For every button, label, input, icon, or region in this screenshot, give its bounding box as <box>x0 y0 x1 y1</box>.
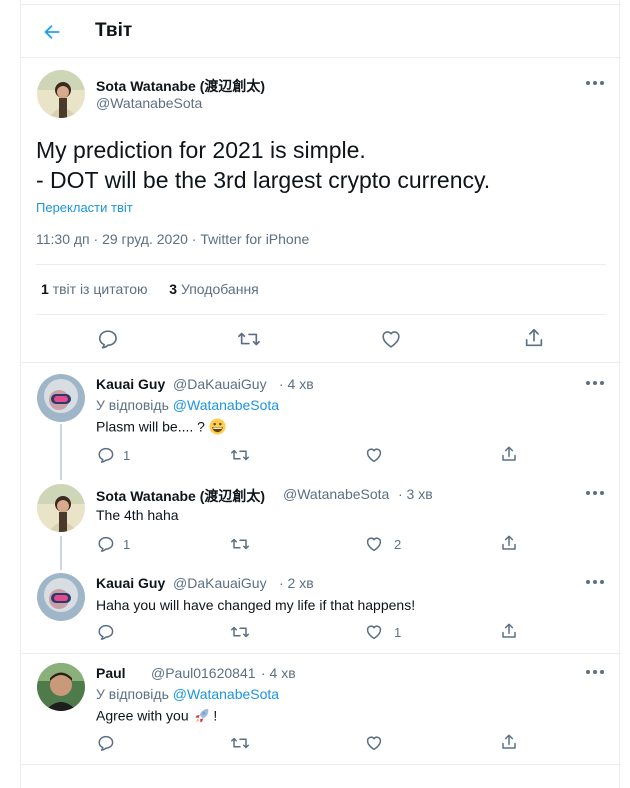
translate-link[interactable]: Перекласти твіт <box>36 200 133 215</box>
reply-prefix: У відповідь <box>96 686 169 702</box>
retweet-icon[interactable] <box>230 623 250 641</box>
share-icon[interactable] <box>500 622 518 640</box>
retweet-icon[interactable] <box>230 535 250 553</box>
avatar[interactable] <box>37 573 85 621</box>
reply-to-link[interactable]: @WatanabeSota <box>173 686 279 702</box>
reply-text: Haha you will have changed my life if th… <box>96 597 416 613</box>
page-title: Твіт <box>95 20 133 41</box>
reply-author-name[interactable]: Kauai Guy <box>96 376 165 392</box>
like-icon[interactable] <box>365 623 383 641</box>
retweet-icon[interactable] <box>230 734 250 752</box>
divider <box>21 764 621 765</box>
reply-author-name[interactable]: Kauai Guy <box>96 575 165 591</box>
more-icon[interactable] <box>586 77 606 89</box>
divider <box>21 362 621 363</box>
grinning-face-icon <box>209 418 226 438</box>
reply-time[interactable]: · 4 хв <box>279 376 314 392</box>
retweet-icon[interactable] <box>230 446 250 464</box>
back-arrow-icon[interactable] <box>41 21 63 43</box>
thread-line <box>60 424 62 480</box>
share-icon[interactable] <box>500 445 518 463</box>
reply-icon[interactable] <box>97 328 119 350</box>
reply-author-handle[interactable]: @DaKauaiGuy <box>173 575 267 591</box>
more-icon[interactable] <box>586 377 606 389</box>
reply-icon[interactable] <box>97 446 115 464</box>
like-label[interactable]: Уподобання <box>181 281 259 297</box>
like-count: 2 <box>394 537 402 552</box>
tweet-column: Твіт Sota Watanabe (渡辺創太) @WatanabeSota … <box>20 0 621 788</box>
reply-count: 1 <box>123 448 131 463</box>
reply-text: The 4th haha <box>96 507 179 523</box>
header: Твіт <box>21 5 621 58</box>
quote-label[interactable]: твіт із цитатою <box>53 281 148 297</box>
like-icon[interactable] <box>380 328 402 350</box>
reply-author-handle[interactable]: @Paul01620841 <box>151 665 256 681</box>
reply-author-name[interactable]: Sota Watanabe (渡辺創太) <box>96 486 265 506</box>
more-icon[interactable] <box>586 666 606 678</box>
reply-author-handle[interactable]: @DaKauaiGuy <box>173 376 267 392</box>
reply-text: Plasm will be.... ? <box>96 418 226 438</box>
reply-time[interactable]: · 2 хв <box>279 575 314 591</box>
divider <box>21 653 621 654</box>
more-icon[interactable] <box>586 487 606 499</box>
reply-time[interactable]: · 3 хв <box>398 486 433 502</box>
rocket-icon <box>193 707 210 727</box>
like-icon[interactable] <box>365 446 383 464</box>
reply-icon[interactable] <box>97 535 115 553</box>
author-name[interactable]: Sota Watanabe (渡辺創太) <box>96 76 265 96</box>
more-icon[interactable] <box>586 576 606 588</box>
like-icon[interactable] <box>365 535 383 553</box>
thread-line <box>60 536 62 570</box>
reply-author-name[interactable]: Paul <box>96 665 126 681</box>
author-handle[interactable]: @WatanabeSota <box>96 95 202 111</box>
reply-icon[interactable] <box>97 734 115 752</box>
avatar[interactable] <box>37 663 85 711</box>
reply-time[interactable]: · 4 хв <box>261 665 296 681</box>
avatar[interactable] <box>37 374 85 422</box>
quote-count[interactable]: 1 <box>41 281 49 297</box>
share-icon[interactable] <box>523 327 545 349</box>
like-icon[interactable] <box>365 734 383 752</box>
like-count: 1 <box>394 625 402 640</box>
reply-text: Agree with you ! <box>96 707 217 727</box>
reply-to-line: У відповідь @WatanabeSota <box>96 686 279 702</box>
share-icon[interactable] <box>500 534 518 552</box>
tweet-meta: 11:30 дп · 29 груд. 2020 · Twitter for i… <box>36 231 310 247</box>
reply-count: 1 <box>123 537 131 552</box>
reply-text-content: Plasm will be.... ? <box>96 418 205 435</box>
reply-text-suffix: ! <box>213 707 218 724</box>
share-icon[interactable] <box>500 733 518 751</box>
reply-to-link[interactable]: @WatanabeSota <box>173 397 279 413</box>
tweet-text-line2: - DOT will be the 3rd largest crypto cur… <box>36 167 491 193</box>
reply-text-content: Agree with you <box>96 707 189 724</box>
avatar[interactable] <box>37 70 85 118</box>
reply-icon[interactable] <box>97 623 115 641</box>
tweet-stats: 1 твіт із цитатою 3 Уподобання <box>41 281 259 297</box>
reply-author-handle[interactable]: @WatanabeSota <box>283 486 389 502</box>
like-count[interactable]: 3 <box>169 281 177 297</box>
tweet-text-line1: My prediction for 2021 is simple. <box>36 137 366 163</box>
divider <box>36 314 606 315</box>
reply-to-line: У відповідь @WatanabeSota <box>96 397 279 413</box>
divider <box>36 264 606 265</box>
retweet-icon[interactable] <box>237 328 261 350</box>
reply-prefix: У відповідь <box>96 397 169 413</box>
avatar[interactable] <box>37 484 85 532</box>
